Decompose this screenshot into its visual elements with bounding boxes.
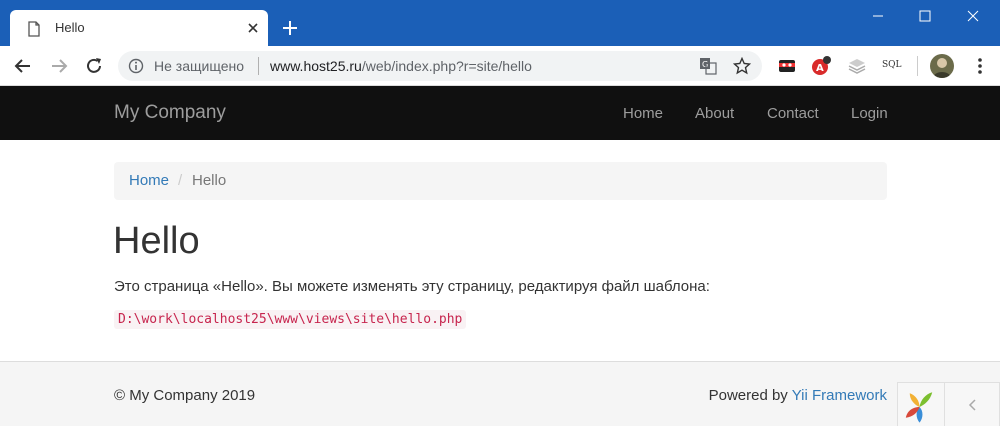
nav-contact[interactable]: Contact	[767, 105, 819, 122]
profile-avatar[interactable]	[930, 54, 954, 78]
copyright-text: © My Company 2019	[114, 387, 256, 404]
breadcrumb-current: Hello	[192, 172, 227, 189]
avatar-icon	[933, 58, 951, 78]
maximize-icon[interactable]	[902, 0, 948, 32]
close-icon[interactable]	[245, 20, 261, 36]
url-host: www.host25.ru	[270, 58, 362, 74]
url-path: /web/index.php?r=site/hello	[361, 58, 532, 74]
tab-title: Hello	[55, 20, 85, 35]
minimize-icon[interactable]	[855, 0, 901, 32]
window-close-icon[interactable]	[950, 0, 996, 32]
layers-extension-icon[interactable]	[846, 55, 868, 77]
page-title: Hello	[113, 220, 200, 262]
breadcrumb-home-link[interactable]: Home	[129, 172, 169, 189]
address-bar[interactable]: Не защищено www.host25.ru/web/index.php?…	[118, 51, 762, 81]
brand-link[interactable]: My Company	[114, 102, 226, 124]
nav-home[interactable]: Home	[623, 105, 663, 122]
back-arrow-icon[interactable]	[13, 56, 33, 76]
template-path: D:\work\localhost25\www\views\site\hello…	[114, 310, 467, 329]
forward-arrow-icon[interactable]	[49, 56, 69, 76]
powered-by-text: Powered by Yii Framework	[709, 387, 887, 404]
omnibox-divider	[258, 57, 259, 75]
svg-text:A: A	[816, 63, 824, 74]
nav-login[interactable]: Login	[851, 105, 888, 122]
page-icon	[28, 21, 40, 37]
bookmark-star-icon[interactable]	[733, 57, 751, 75]
site-footer: © My Company 2019 Powered by Yii Framewo…	[0, 361, 1000, 426]
yii-logo-icon[interactable]	[898, 383, 945, 426]
page-description: Это страница «Hello». Вы можете изменять…	[114, 278, 710, 295]
translate-icon[interactable]: G	[699, 57, 717, 75]
adblock-extension-icon[interactable]: A	[810, 55, 832, 77]
url-text[interactable]: www.host25.ru/web/index.php?r=site/hello	[270, 58, 532, 74]
info-icon[interactable]	[128, 58, 144, 74]
browser-titlebar: Hello	[0, 0, 1000, 46]
browser-tab[interactable]: Hello	[10, 10, 268, 46]
breadcrumb: Home / Hello	[114, 162, 887, 200]
powered-prefix: Powered by	[708, 387, 792, 404]
svg-text:G: G	[702, 60, 708, 69]
chevron-left-icon[interactable]	[966, 397, 980, 413]
site-navbar: My Company Home About Contact Login	[0, 86, 1000, 140]
security-label[interactable]: Не защищено	[154, 58, 244, 74]
yii-debug-toolbar	[897, 382, 1000, 426]
mask-extension-icon[interactable]	[776, 55, 798, 77]
breadcrumb-separator: /	[178, 172, 183, 189]
more-menu-icon[interactable]	[970, 56, 990, 76]
new-tab-icon[interactable]	[278, 16, 302, 40]
sql-extension-label[interactable]: SQL	[882, 60, 902, 70]
toolbar-divider	[917, 56, 918, 76]
yii-framework-link[interactable]: Yii Framework	[792, 387, 887, 404]
reload-icon[interactable]	[84, 56, 104, 76]
nav-about[interactable]: About	[695, 105, 734, 122]
